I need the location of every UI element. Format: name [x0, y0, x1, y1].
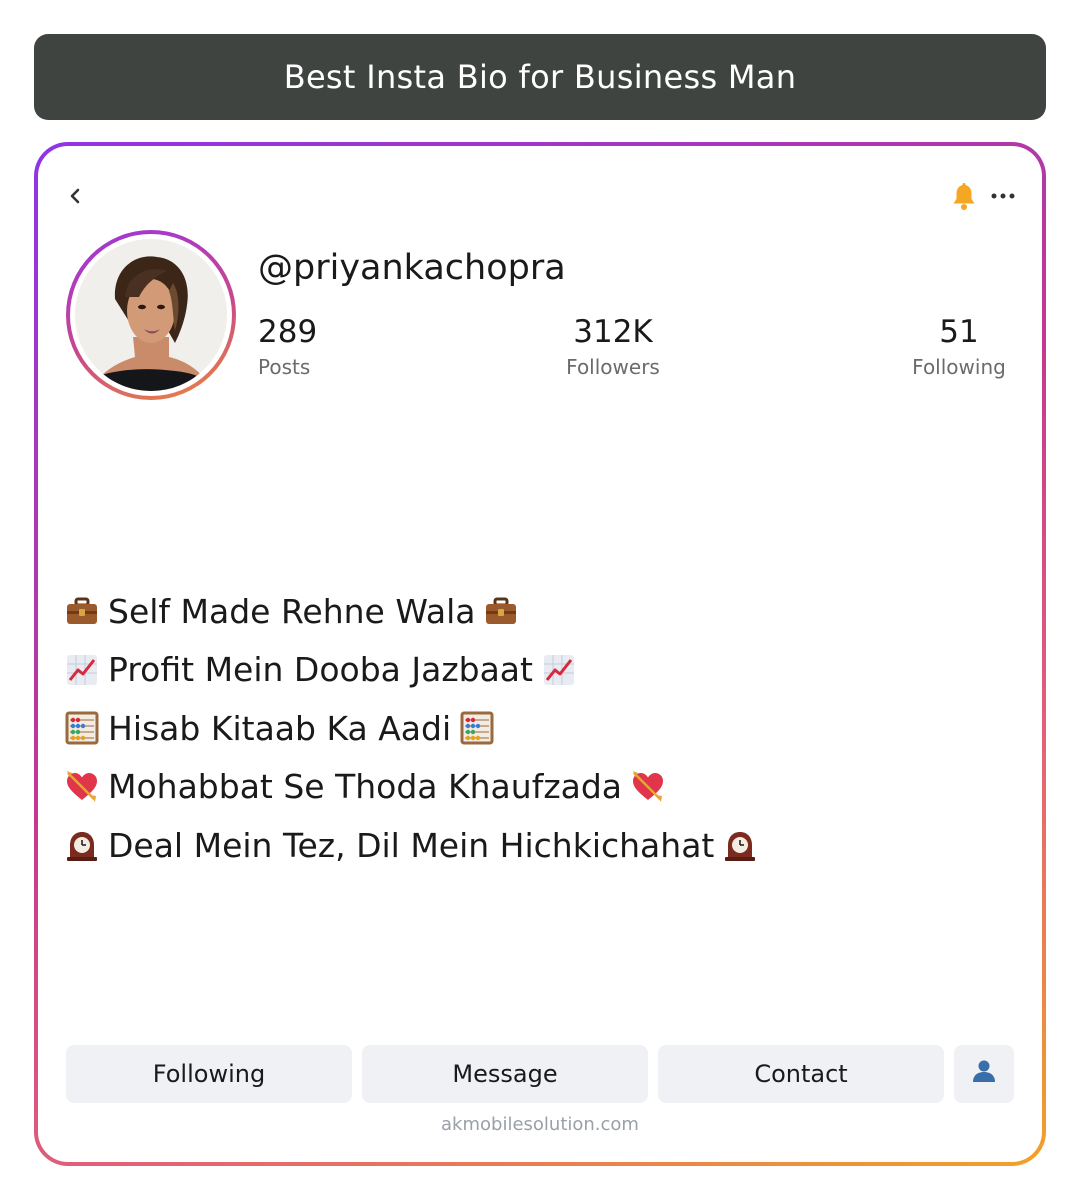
page-title-bar: Best Insta Bio for Business Man	[34, 34, 1046, 120]
followers-count: 312K	[573, 314, 653, 350]
person-icon	[971, 1058, 997, 1090]
briefcase-icon	[64, 593, 100, 629]
bio-line-text: Self Made Rehne Wala	[108, 591, 476, 631]
posts-count: 289	[258, 314, 318, 350]
watermark: akmobilesolution.com	[441, 1114, 639, 1135]
bio-line: Self Made Rehne Wala	[64, 582, 758, 641]
posts-label: Posts	[258, 355, 311, 379]
bio-line: Profit Mein Dooba Jazbaat	[64, 641, 758, 700]
back-chevron-icon[interactable]	[64, 182, 88, 210]
abacus-icon	[64, 710, 100, 746]
profile-card: @priyankachopra 289 Posts 312K Followers…	[38, 146, 1042, 1162]
bio-line: Mohabbat Se Thoda Khaufzada	[64, 758, 758, 817]
heart-with-arrow-icon	[64, 769, 100, 805]
bio-line: Hisab Kitaab Ka Aadi	[64, 699, 758, 758]
more-options-icon[interactable]	[988, 184, 1018, 208]
avatar[interactable]	[66, 230, 236, 400]
contact-button[interactable]: Contact	[658, 1045, 944, 1103]
bio-line-text: Deal Mein Tez, Dil Mein Hichkichahat	[108, 825, 715, 865]
profile-username: @priyankachopra	[258, 248, 566, 288]
profile-card-border: @priyankachopra 289 Posts 312K Followers…	[34, 142, 1046, 1166]
message-button[interactable]: Message	[362, 1045, 648, 1103]
following-stat[interactable]: 51 Following	[904, 312, 1014, 382]
chart-increasing-icon	[64, 652, 100, 688]
followers-stat[interactable]: 312K Followers	[558, 312, 668, 382]
following-button[interactable]: Following	[66, 1045, 352, 1103]
abacus-icon	[459, 710, 495, 746]
bio-line-text: Hisab Kitaab Ka Aadi	[108, 708, 452, 748]
followers-label: Followers	[566, 355, 660, 379]
bio-line-text: Mohabbat Se Thoda Khaufzada	[108, 767, 623, 807]
bio-line-text: Profit Mein Dooba Jazbaat	[108, 650, 533, 690]
following-label: Following	[912, 355, 1006, 379]
bio-list: Self Made Rehne Wala Profit Mein Dooba J…	[64, 582, 758, 875]
avatar-photo	[75, 239, 227, 391]
page-title: Best Insta Bio for Business Man	[283, 58, 797, 96]
bell-icon[interactable]	[950, 182, 978, 212]
suggested-people-button[interactable]	[954, 1045, 1014, 1103]
profile-actions: Following Message Contact	[66, 1045, 1014, 1103]
briefcase-icon	[483, 593, 519, 629]
mantelpiece-clock-icon	[64, 827, 100, 863]
heart-with-arrow-icon	[630, 769, 666, 805]
chart-increasing-icon	[541, 652, 577, 688]
bio-line: Deal Mein Tez, Dil Mein Hichkichahat	[64, 816, 758, 875]
posts-stat[interactable]: 289 Posts	[258, 312, 317, 382]
following-count: 51	[939, 314, 979, 350]
mantelpiece-clock-icon	[722, 827, 758, 863]
